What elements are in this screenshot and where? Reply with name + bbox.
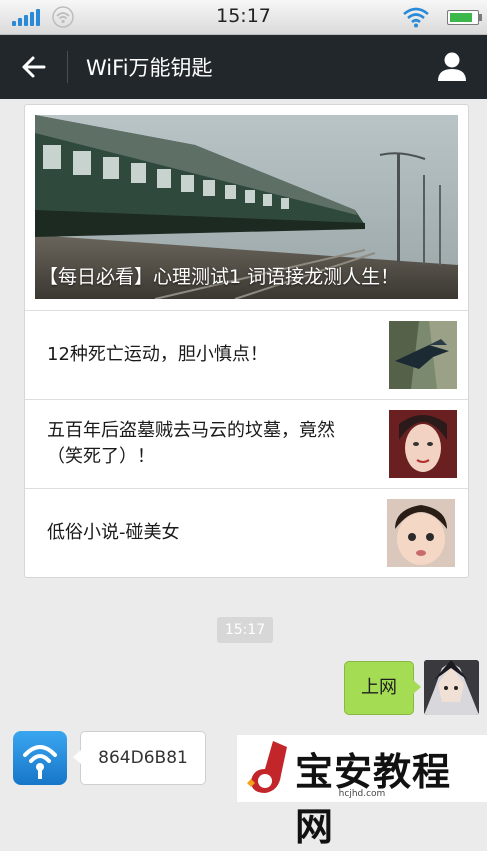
watermark-logo-icon <box>247 741 287 793</box>
site-watermark: 宝安教程网 hcjhd.com <box>237 735 487 849</box>
watermark-url: hcjhd.com <box>338 789 386 799</box>
article-list-item[interactable]: 12种死亡运动，胆小慎点！ <box>25 310 468 399</box>
article-thumbnail-child <box>387 499 455 567</box>
article-thumbnail-bird <box>389 321 457 389</box>
article-title: 五百年后盗墓贼去马云的坟墓，竟然（笑死了）！ <box>47 420 335 467</box>
outgoing-message-bubble[interactable]: 上网 <box>344 661 421 715</box>
bubble-tail <box>73 750 81 764</box>
article-list-item[interactable]: 五百年后盗墓贼去马云的坟墓，竟然（笑死了）！ <box>25 399 468 488</box>
back-arrow-icon[interactable] <box>14 49 54 85</box>
article-card: 【每日必看】心理测试1 词语接龙测人生！ 12种死亡运动，胆小慎点！ 五百年后盗… <box>24 104 469 578</box>
article-title: 低俗小说-碰美女 <box>47 522 180 543</box>
wifi-key-icon <box>23 745 57 779</box>
incoming-message-text: 864D6B81 <box>98 748 188 768</box>
article-list-item[interactable]: 低俗小说-碰美女 <box>25 488 468 577</box>
header-divider <box>67 51 68 83</box>
incoming-message-bubble[interactable]: 864D6B81 <box>73 731 206 785</box>
chat-timestamp: 15:17 <box>217 617 273 643</box>
bubble-tail <box>413 680 421 694</box>
page-title: WiFi万能钥匙 <box>86 56 213 80</box>
wifi-key-app-avatar[interactable] <box>13 731 67 785</box>
battery-icon <box>447 10 482 25</box>
outgoing-message-text: 上网 <box>361 677 397 698</box>
article-title: 12种死亡运动，胆小慎点！ <box>47 344 268 365</box>
featured-article-title: 【每日必看】心理测试1 词语接龙测人生！ <box>39 266 400 288</box>
article-thumbnail-face <box>389 410 457 478</box>
featured-article[interactable]: 【每日必看】心理测试1 词语接龙测人生！ <box>35 115 458 299</box>
status-bar: 15:17 <box>0 0 487 35</box>
user-avatar[interactable] <box>424 660 479 715</box>
app-header: WiFi万能钥匙 <box>0 35 487 99</box>
user-profile-icon[interactable] <box>432 49 472 85</box>
wifi-icon <box>403 7 429 28</box>
